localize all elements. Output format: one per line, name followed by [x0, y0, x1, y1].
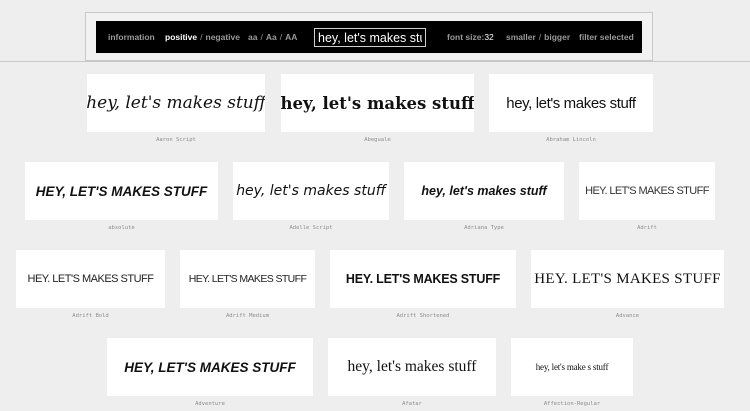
font-sample: hey, let's makes stuff [506, 94, 636, 112]
font-name: Adventure [195, 401, 225, 407]
font-card-advance[interactable]: HEY. LET'S MAKES STUFF [531, 250, 724, 308]
font-sample: hey, let's makes stuff [236, 183, 386, 199]
font-card-adriana-type[interactable]: hey, let's makes stuff [404, 162, 564, 220]
lowercase-option[interactable]: aa [248, 32, 257, 42]
font-card-adrift[interactable]: HEY. LET'S MAKES STUFF [579, 162, 715, 220]
font-sample: hey, let's makes stuff [421, 184, 547, 198]
separator: / [538, 32, 542, 42]
uppercase-option[interactable]: AA [285, 32, 297, 42]
font-name: Advance [615, 313, 640, 319]
font-card-aaron-script[interactable]: hey, let's makes stuff [87, 74, 265, 132]
bigger-button[interactable]: bigger [544, 32, 570, 42]
font-sample: HEY, LET'S MAKES STUFF [124, 359, 296, 375]
separator: / [200, 32, 203, 42]
filter-selected-button[interactable]: filter selected [579, 21, 634, 53]
font-name: Afatar [402, 401, 422, 407]
font-sample: HEY, LET'S MAKES STUFF [35, 183, 208, 199]
font-card-adrift-shortened[interactable]: HEY. LET'S MAKES STUFF [330, 250, 516, 308]
size-controls: smaller / bigger [506, 21, 570, 53]
smaller-button[interactable]: smaller [506, 32, 536, 42]
positive-option[interactable]: positive [165, 32, 197, 42]
font-name: Abraham Lincoln [546, 137, 596, 143]
font-card-adrift-medium[interactable]: HEY. LET'S MAKES STUFF [180, 250, 315, 308]
font-card-absolute[interactable]: HEY, LET'S MAKES STUFF [25, 162, 218, 220]
font-sample: HEY. LET'S MAKES STUFF [534, 270, 721, 287]
font-name: Adrift Medium [225, 313, 270, 319]
font-card-abraham-lincoln[interactable]: hey, let's makes stuff [489, 74, 653, 132]
font-card-adventure[interactable]: HEY, LET'S MAKES STUFF [107, 338, 313, 396]
font-card-adrift-bold[interactable]: HEY. LET'S MAKES STUFF [16, 250, 165, 308]
information-label[interactable]: information [108, 32, 155, 42]
font-card-adelle-script[interactable]: hey, let's makes stuff [233, 162, 389, 220]
font-size-display: font size: 32 [447, 21, 494, 53]
font-name: Adrift [637, 225, 657, 231]
font-name: Abeguale [364, 137, 391, 143]
font-name: Adelle Script [289, 225, 333, 231]
font-sample: HEY. LET'S MAKES STUFF [188, 273, 307, 285]
font-name: Adrift Bold [72, 313, 109, 319]
font-card-affection-regular[interactable]: hey, let's make s stuff [511, 338, 633, 396]
information-link[interactable]: information [108, 21, 155, 53]
font-sample: HEY. LET'S MAKES STUFF [585, 185, 709, 197]
font-sample: HEY. LET'S MAKES STUFF [345, 272, 501, 286]
font-sample: hey, let's makes stuff [347, 358, 477, 375]
filter-selected-label[interactable]: filter selected [579, 32, 634, 42]
font-sample: hey, let's make s stuff [535, 362, 609, 372]
polarity-toggle: positive / negative [165, 21, 240, 53]
separator: / [279, 32, 283, 42]
font-card-afatar[interactable]: hey, let's makes stuff [328, 338, 496, 396]
negative-option[interactable]: negative [206, 32, 241, 42]
sample-text-input[interactable] [314, 28, 426, 47]
font-size-value: 32 [484, 32, 494, 42]
font-name: Adriana Type [464, 225, 504, 231]
font-name: absolute [108, 225, 135, 231]
font-sample: HEY. LET'S MAKES STUFF [27, 273, 154, 285]
font-name: Aaron Script [156, 137, 196, 143]
separator: / [260, 32, 263, 42]
font-card-abeguale[interactable]: hey, let's makes stuff [281, 74, 474, 132]
header-divider [0, 61, 750, 62]
font-name: Affection-Regular [543, 401, 601, 407]
titlecase-option[interactable]: Aa [266, 32, 277, 42]
font-size-label: font size: [447, 32, 485, 42]
toolbar: information positive / negative aa / Aa … [96, 21, 642, 53]
font-sample: hey, let's makes stuff [87, 93, 265, 113]
font-name: Adrift Shortened [396, 313, 450, 319]
font-sample: hey, let's makes stuff [281, 93, 474, 113]
case-toggle: aa / Aa / AA [248, 21, 297, 53]
